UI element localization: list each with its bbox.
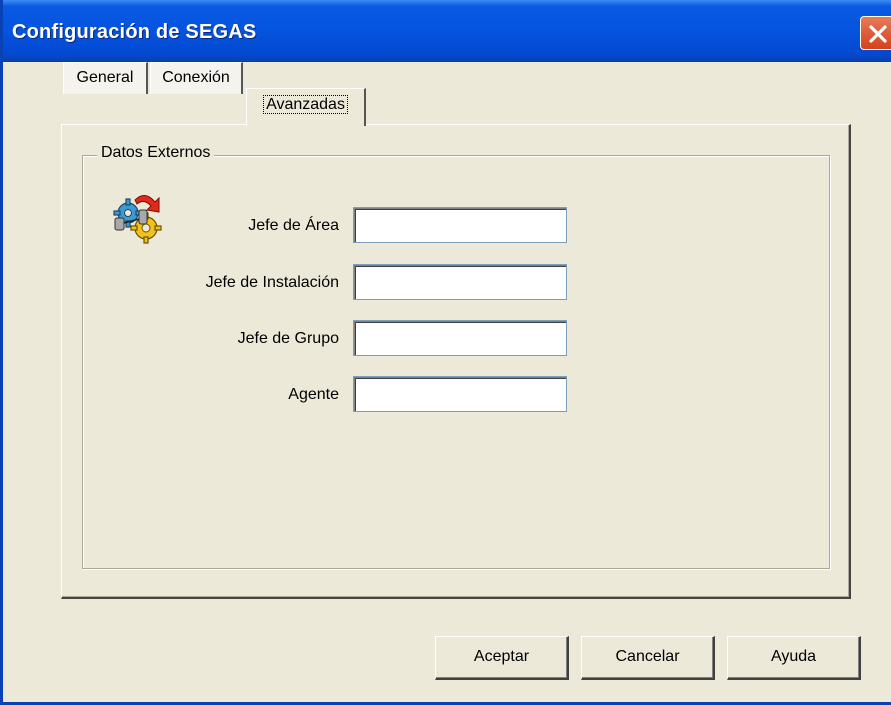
tab-panel-avanzadas: Datos Externos Jefe de Área Jefe de Inst… <box>61 124 851 599</box>
cancelar-button[interactable]: Cancelar <box>581 636 715 680</box>
window-title: Configuración de SEGAS <box>12 21 257 43</box>
tab-conexion-label: Conexión <box>162 69 230 86</box>
dialog-window: Configuración de SEGAS General Conexión … <box>0 0 891 705</box>
title-bar[interactable]: Configuración de SEGAS <box>3 0 891 62</box>
jefe-de-instalacion-field[interactable] <box>353 264 567 300</box>
jefe-de-area-field[interactable] <box>353 207 567 243</box>
gears-database-icon <box>113 195 162 244</box>
tab-avanzadas-label: Avanzadas <box>263 95 348 114</box>
label-jefe-de-area: Jefe de Área <box>248 217 339 234</box>
label-agente: Agente <box>288 386 339 403</box>
jefe-de-grupo-field[interactable] <box>353 320 567 356</box>
group-label: Datos Externos <box>97 144 215 162</box>
close-icon <box>869 25 887 43</box>
group-datos-externos: Datos Externos Jefe de Área Jefe de Inst… <box>82 144 830 569</box>
close-button[interactable] <box>860 16 891 50</box>
aceptar-button[interactable]: Aceptar <box>435 636 569 680</box>
ayuda-button[interactable]: Ayuda <box>727 636 861 680</box>
tab-conexion[interactable]: Conexión <box>150 62 243 94</box>
tab-general-label: General <box>76 69 134 86</box>
agente-field[interactable] <box>353 376 567 412</box>
tab-avanzadas[interactable]: Avanzadas <box>246 88 366 126</box>
label-jefe-de-instalacion: Jefe de Instalación <box>205 274 339 291</box>
dialog-body: General Conexión Avanzadas Datos Externo… <box>3 62 891 702</box>
tab-general[interactable]: General <box>63 62 148 94</box>
label-jefe-de-grupo: Jefe de Grupo <box>237 330 339 347</box>
